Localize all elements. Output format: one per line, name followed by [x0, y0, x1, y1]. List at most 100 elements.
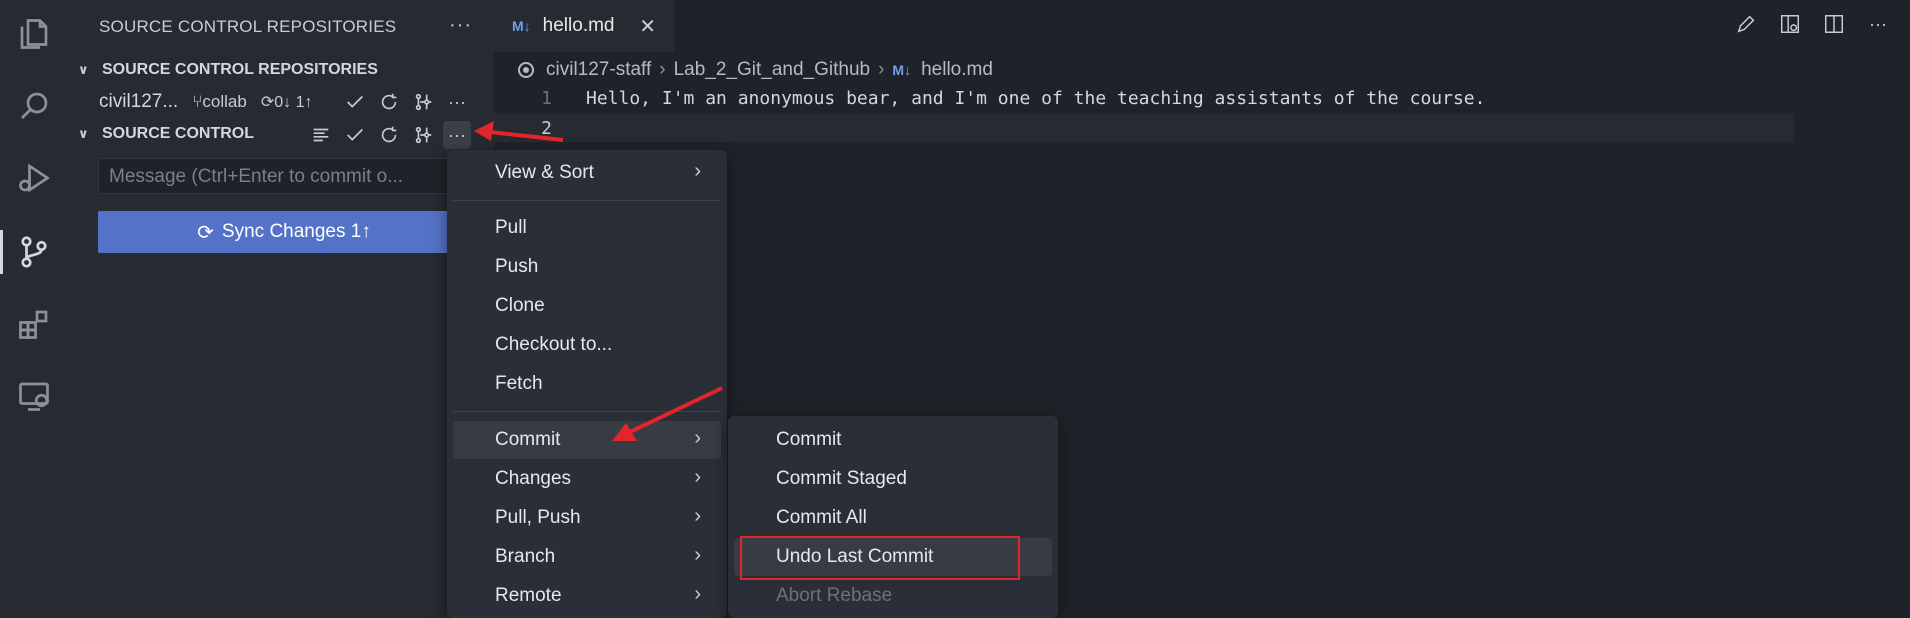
menu-item-fetch[interactable]: Fetch [453, 365, 721, 403]
menu-item-clone[interactable]: Clone [453, 287, 721, 325]
line-text[interactable]: Hello, I'm an anonymous bear, and I'm on… [586, 88, 1485, 109]
menu-item-label: Abort Rebase [776, 585, 893, 606]
line-number: 2 [541, 117, 552, 139]
editor-actions: ··· [1734, 12, 1890, 36]
menu-item-pull-push[interactable]: Pull, Push › [453, 499, 721, 537]
extensions-icon[interactable] [0, 294, 68, 354]
chevron-right-icon: › [694, 427, 701, 449]
menu-item-commit[interactable]: Commit › [453, 421, 721, 459]
menu-item-push[interactable]: Push [453, 248, 721, 286]
graph-icon[interactable] [409, 88, 437, 116]
source-control-section-label: SOURCE CONTROL [102, 125, 254, 142]
line-number: 1 [541, 87, 552, 109]
more-actions-icon[interactable]: ··· [1866, 12, 1890, 36]
repo-more-button[interactable]: ··· [443, 88, 471, 116]
sidebar-more-button[interactable]: ··· [449, 14, 472, 37]
source-control-more-button[interactable]: ··· [443, 121, 471, 149]
branch-icon: ⑂ [192, 92, 203, 111]
markdown-icon: M↓ [512, 18, 531, 34]
open-preview-icon[interactable] [1778, 12, 1802, 36]
refresh-icon[interactable] [375, 88, 403, 116]
chevron-right-icon: › [659, 59, 666, 80]
menu-item-label: Commit [776, 429, 842, 450]
split-editor-icon[interactable] [1822, 12, 1846, 36]
editor-line[interactable]: 2 [494, 114, 1794, 142]
breadcrumb-item[interactable]: hello.md [921, 59, 993, 81]
menu-item-label: Branch [495, 546, 556, 567]
breadcrumb: civil127-staff › Lab_2_Git_and_Github › … [518, 56, 993, 84]
close-icon[interactable]: ✕ [639, 14, 656, 39]
sync-status[interactable]: ⟳0↓ 1↑ [261, 92, 313, 112]
menu-item-label: Fetch [495, 373, 543, 394]
search-icon[interactable] [0, 76, 68, 136]
sync-counts: 0↓ 1↑ [274, 94, 313, 111]
editor-line[interactable]: 1 Hello, I'm an anonymous bear, and I'm … [494, 84, 1794, 112]
repositories-section-header[interactable]: ∨ SOURCE CONTROL REPOSITORIES [68, 54, 494, 86]
menu-item-label: Pull, Push [495, 507, 581, 528]
sync-icon: ⟳ [260, 94, 275, 111]
menu-item-label: View & Sort [495, 162, 594, 183]
menu-item-label: Commit [495, 429, 561, 450]
repo-name: civil127... [99, 91, 179, 112]
sync-changes-button[interactable]: ⟳ Sync Changes 1↑ [98, 211, 470, 253]
chevron-right-icon: › [694, 466, 701, 488]
edit-pencil-icon[interactable] [1734, 12, 1758, 36]
chevron-right-icon: › [878, 59, 885, 80]
menu-item-branch[interactable]: Branch › [453, 538, 721, 576]
submenu-item-abort-rebase: Abort Rebase [734, 577, 1052, 615]
highlight-box [740, 536, 1020, 580]
menu-item-label: Commit Staged [776, 468, 907, 489]
menu-item-label: Remote [495, 585, 562, 606]
commit-check-icon[interactable] [341, 88, 369, 116]
source-control-context-menu: View & Sort › Pull Push Clone Checkout to… [447, 150, 727, 618]
commit-submenu: Commit Commit Staged Commit All Undo Las… [728, 416, 1058, 618]
menu-item-remote[interactable]: Remote › [453, 577, 721, 615]
explorer-icon[interactable] [0, 4, 68, 64]
chevron-right-icon: › [694, 160, 701, 182]
graph-icon[interactable] [409, 121, 437, 149]
menu-item-view-sort[interactable]: View & Sort › [453, 154, 721, 192]
commit-message-input[interactable]: Message (Ctrl+Enter to commit o... [98, 158, 458, 194]
menu-item-label: Push [495, 256, 539, 277]
menu-divider [453, 200, 721, 201]
sync-changes-label: Sync Changes 1↑ [221, 221, 371, 242]
editor-tab-bar: M↓ hello.md ✕ ··· [494, 0, 1910, 52]
breadcrumb-item[interactable]: civil127-staff [546, 59, 651, 81]
source-control-sidebar: SOURCE CONTROL REPOSITORIES ··· ∨ SOURCE… [68, 0, 494, 618]
menu-item-label: Checkout to... [495, 334, 613, 355]
run-debug-icon[interactable] [0, 148, 68, 208]
menu-item-changes[interactable]: Changes › [453, 460, 721, 498]
menu-item-pull[interactable]: Pull [453, 209, 721, 247]
markdown-icon: M↓ [892, 62, 912, 78]
view-as-list-icon[interactable] [307, 121, 335, 149]
tab-label: hello.md [542, 15, 615, 36]
tab-hello-md[interactable]: M↓ hello.md ✕ [494, 0, 674, 52]
branch-name: collab [202, 92, 247, 111]
repo-circle-icon [518, 62, 534, 78]
branch-indicator[interactable]: ⑂collab [192, 92, 247, 112]
submenu-item-commit[interactable]: Commit [734, 421, 1052, 459]
chevron-right-icon: › [694, 544, 701, 566]
sidebar-header: SOURCE CONTROL REPOSITORIES ··· [68, 0, 494, 54]
remote-explorer-icon[interactable] [0, 366, 68, 426]
repositories-section-label: SOURCE CONTROL REPOSITORIES [102, 61, 378, 78]
chevron-right-icon: › [694, 505, 701, 527]
menu-item-label: Clone [495, 295, 545, 316]
refresh-icon[interactable] [375, 121, 403, 149]
commit-check-icon[interactable] [341, 121, 369, 149]
menu-item-checkout[interactable]: Checkout to... [453, 326, 721, 364]
submenu-item-commit-staged[interactable]: Commit Staged [734, 460, 1052, 498]
chevron-right-icon: › [694, 583, 701, 605]
activity-bar [0, 0, 68, 618]
menu-item-label: Pull [495, 217, 527, 238]
sidebar-title: SOURCE CONTROL REPOSITORIES [99, 17, 397, 36]
chevron-down-icon: ∨ [78, 126, 89, 141]
menu-item-label: Commit All [776, 507, 867, 528]
breadcrumb-item[interactable]: Lab_2_Git_and_Github [674, 59, 871, 81]
submenu-item-commit-all[interactable]: Commit All [734, 499, 1052, 537]
chevron-down-icon: ∨ [78, 62, 89, 77]
source-control-icon[interactable] [0, 222, 68, 282]
menu-item-label: Changes [495, 468, 572, 489]
menu-divider [453, 411, 721, 412]
sync-icon: ⟳ [197, 221, 214, 244]
